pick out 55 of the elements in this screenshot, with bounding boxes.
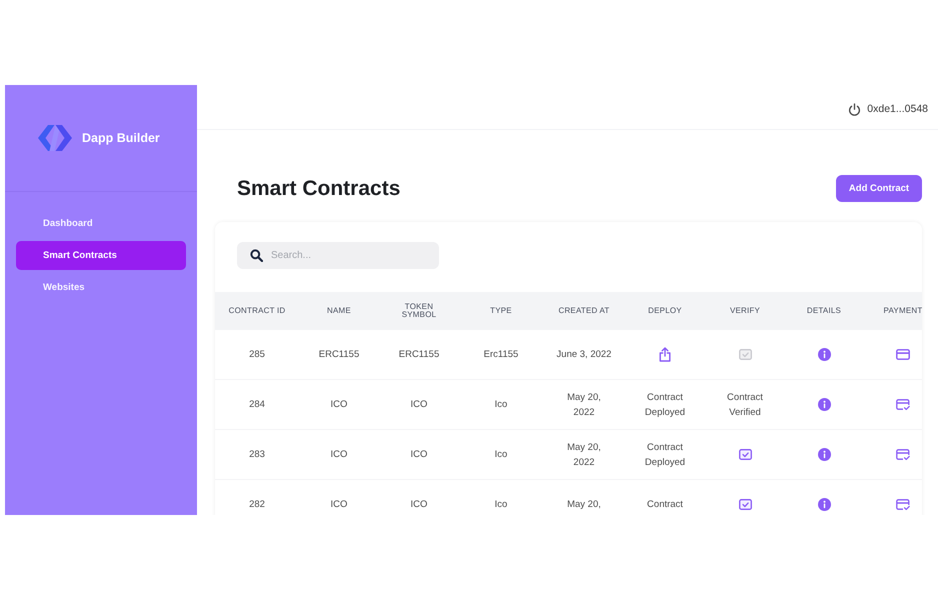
contract-type: Ico [494,448,508,462]
contract-id: 285 [249,348,265,362]
info-icon[interactable] [818,498,830,511]
deploy-status: Contract [647,498,683,512]
verify-status: Contract Verified [726,390,764,420]
contract-id: 283 [249,448,265,462]
nav-item[interactable]: Smart Contracts [16,241,186,270]
column-header: TYPE [490,306,512,316]
column-header: DETAILS [806,306,842,316]
created-date: June 3, 2022 [556,348,612,362]
contract-id: 284 [249,398,265,412]
card-icon[interactable] [896,349,910,360]
info-icon[interactable] [818,398,830,411]
search-field[interactable]: Search... [237,242,439,269]
token-symbol: ICO [410,448,428,462]
upload-icon[interactable] [659,347,671,362]
contract-name: ICO [330,398,348,412]
check-square-icon[interactable] [738,449,752,460]
contract-type: Ico [494,498,508,512]
contract-name: ICO [330,448,348,462]
info-icon[interactable] [818,348,830,361]
contract-type: Ico [494,398,508,412]
token-symbol: ERC1155 [398,348,440,362]
info-icon[interactable] [818,448,830,461]
token-symbol: ICO [410,498,428,512]
nav-item[interactable]: Dashboard [16,209,186,238]
deploy-status: Contract Deployed [644,440,686,470]
account-button[interactable]: 0xde1...0548 [848,102,928,116]
column-header: CONTRACT ID [228,306,286,316]
card-check-icon[interactable] [896,398,910,410]
check-square-icon[interactable] [738,499,752,510]
card-check-icon[interactable] [896,448,910,460]
column-header: DEPLOY [648,306,682,316]
column-header: CREATED AT [558,306,610,316]
card-check-icon[interactable] [896,498,910,510]
contract-name: ERC1155 [318,348,360,362]
add-contract-button[interactable]: Add Contract [836,175,922,202]
search-icon [250,249,263,262]
column-header: PAYMENT [884,306,922,316]
column-header: TOKEN SYMBOL [400,302,438,320]
token-symbol: ICO [410,398,428,412]
nav-item[interactable]: Websites [16,273,186,302]
column-header: VERIFY [730,306,760,316]
contract-type: Erc1155 [484,348,518,362]
deploy-status: Contract Deployed [644,390,686,420]
brand-name: Dapp Builder [82,131,160,145]
page-title: Smart Contracts [237,176,400,200]
column-header: NAME [327,306,351,316]
contract-name: ICO [330,498,348,512]
created-date: May 20, 2022 [566,440,602,470]
created-date: May 20, 2022 [566,390,602,420]
power-icon [848,102,862,116]
created-date: May 20, [567,498,601,512]
logo-icon [37,125,73,151]
contract-id: 282 [249,498,265,512]
